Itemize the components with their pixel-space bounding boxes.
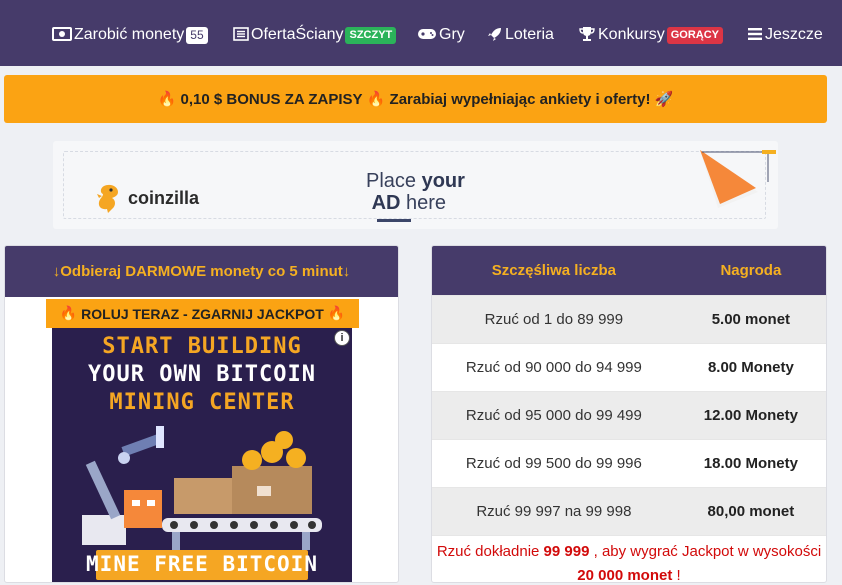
money-icon [52, 26, 72, 44]
your-word: your [421, 170, 465, 192]
nav-label: Konkursy [598, 26, 665, 43]
rocket-icon [487, 26, 503, 45]
fire-icon: 🔥 [59, 305, 78, 321]
ad-underline [377, 219, 411, 222]
jackpot-amount: 20 000 monet [577, 567, 673, 583]
nav-label: Gry [439, 26, 465, 43]
nav-label: Zarobić monety [74, 26, 185, 43]
bonus-subtext: Zarabiaj wypełniając ankiety i oferty! [389, 90, 651, 108]
coinzilla-text: coinzilla [128, 187, 200, 208]
table-row: Rzuć 99 997 na 99 998 80,00 monet [432, 487, 826, 535]
mine-cta-text: MINE FREE BITCOIN [86, 552, 318, 576]
nav-lottery[interactable]: Loteria [487, 24, 554, 46]
prize-value: 5.00 monet [711, 311, 791, 328]
faucet-card-header: ↓Odbieraj DARMOWE monety co 5 minut↓ [5, 246, 398, 297]
jackpot-note-mid: , aby wygrać Jackpot w wysokości [593, 543, 822, 560]
nav-label: Jeszcze [765, 26, 823, 43]
here-word: here [406, 192, 447, 214]
nav-contests[interactable]: Konkursy GORĄCY [578, 24, 723, 46]
prize-value: 18.00 Monety [703, 455, 798, 472]
prize-value: 80,00 monet [707, 503, 795, 520]
bonus-text: 0,10 $ BONUS ZA ZAPISY [180, 90, 363, 108]
fire-icon: 🔥 [327, 305, 346, 321]
jackpot-note-end: ! [676, 567, 681, 583]
jackpot-text: ROLUJ TERAZ - ZGARNIJ JACKPOT [81, 305, 324, 322]
table-row: Rzuć od 1 do 89 999 5.00 monet [432, 295, 826, 343]
top-navbar: Zarobić monety 55 OfertaŚciany SZCZYT Gr… [0, 0, 842, 66]
nav-label: Loteria [505, 26, 554, 43]
megaphone-graphic [700, 150, 776, 208]
roll-range: Rzuć od 1 do 89 999 [484, 311, 624, 328]
fire-icon: 🔥 [366, 91, 386, 108]
rewards-table: Szczęśliwa liczba Nagroda Rzuć od 1 do 8… [431, 245, 827, 583]
jackpot-number: 99 999 [543, 543, 590, 560]
nav-more[interactable]: Jeszcze [747, 24, 823, 46]
roll-range: Rzuć od 90 000 do 94 999 [465, 359, 642, 376]
peak-badge: SZCZYT [345, 26, 397, 44]
rocket-icon: 🚀 [654, 91, 674, 108]
mine-cta-button[interactable]: MINE FREE BITCOIN [86, 550, 317, 580]
ad-headline-1: START BUILDING [102, 334, 302, 359]
table-row: Rzuć od 90 000 do 94 999 8.00 Monety [432, 343, 826, 391]
coinzilla-logo: coinzilla [94, 182, 199, 214]
rewards-table-header: Szczęśliwa liczba Nagroda [432, 246, 826, 295]
prize-value: 8.00 Monety [707, 359, 794, 376]
roll-range: Rzuć od 95 000 do 99 499 [465, 407, 642, 424]
jackpot-banner[interactable]: 🔥 ROLUJ TERAZ - ZGARNIJ JACKPOT 🔥 [46, 299, 359, 328]
header-lucky-number: Szczęśliwa liczba [491, 262, 616, 279]
ad-headline-3: MINING CENTER [109, 390, 295, 415]
hot-badge: GORĄCY [666, 26, 723, 44]
roll-range: Rzuć 99 997 na 99 998 [476, 503, 632, 520]
ad-headline-2: YOUR OWN BITCOIN [88, 362, 316, 387]
fire-icon: 🔥 [157, 91, 177, 108]
menu-icon [747, 27, 763, 44]
place-your-ad-text: Place your AD here [366, 170, 465, 214]
ad-word: AD [371, 192, 401, 214]
header-prize: Nagroda [720, 262, 782, 279]
nav-earn-coins[interactable]: Zarobić monety 55 [52, 24, 208, 46]
coinzilla-ad-banner[interactable]: coinzilla Place your AD here [53, 141, 778, 229]
mining-illustration [82, 426, 322, 550]
gamepad-icon [417, 27, 437, 44]
place-word: Place [366, 170, 417, 192]
nav-offerwalls[interactable]: OfertaŚciany SZCZYT [233, 24, 397, 46]
jackpot-note-pre: Rzuć dokładnie [436, 543, 540, 560]
jackpot-note: Rzuć dokładnie 99 999 , aby wygrać Jackp… [432, 535, 826, 583]
roll-range: Rzuć od 99 500 do 99 996 [465, 455, 642, 472]
nav-label: OfertaŚciany [251, 26, 344, 43]
bitcoin-mining-ad[interactable]: i START BUILDING YOUR OWN BITCOIN MINING… [52, 328, 352, 582]
nav-games[interactable]: Gry [417, 24, 465, 46]
trophy-icon [578, 26, 596, 45]
coin-count-badge: 55 [186, 26, 208, 44]
table-row: Rzuć od 95 000 do 99 499 12.00 Monety [432, 391, 826, 439]
table-row: Rzuć od 99 500 do 99 996 18.00 Monety [432, 439, 826, 487]
prize-value: 12.00 Monety [703, 407, 798, 424]
dinosaur-icon [97, 184, 118, 213]
signup-bonus-banner[interactable]: 🔥 0,10 $ BONUS ZA ZAPISY 🔥 Zarabiaj wype… [4, 75, 827, 123]
ad-placeholder: coinzilla Place your AD here [63, 150, 776, 222]
list-icon [233, 26, 249, 44]
faucet-card: ↓Odbieraj DARMOWE monety co 5 minut↓ 🔥 R… [4, 245, 399, 583]
